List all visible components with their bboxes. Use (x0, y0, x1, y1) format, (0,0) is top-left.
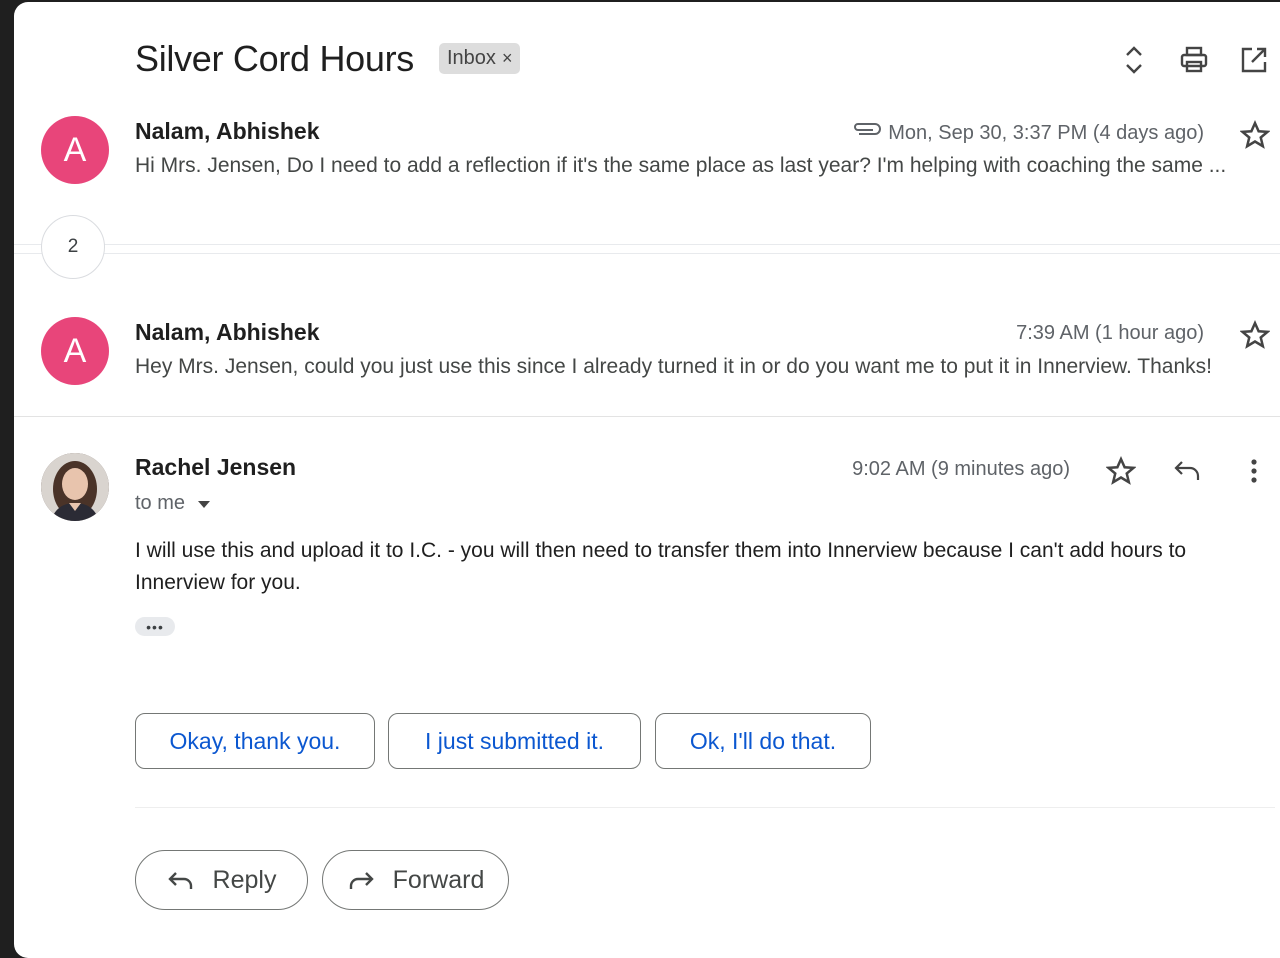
collapsed-messages-count[interactable]: 2 (41, 215, 105, 279)
chevron-down-icon (198, 500, 211, 508)
smart-reply-button[interactable]: Ok, I'll do that. (655, 713, 871, 769)
more-options-icon[interactable] (1244, 456, 1264, 491)
sender-name: Rachel Jensen (135, 454, 297, 480)
smart-reply-button[interactable]: I just submitted it. (388, 713, 641, 769)
message-snippet[interactable]: Hi Mrs. Jensen, Do I need to add a refle… (135, 154, 1268, 178)
collapsed-divider-bottom (14, 253, 1280, 254)
message-divider (14, 416, 1280, 417)
sender-avatar[interactable]: A (41, 317, 109, 385)
message-date: Mon, Sep 30, 3:37 PM (4 days ago) (888, 122, 1204, 144)
reply-label: Reply (212, 865, 277, 894)
sender-name: Nalam, Abhishek (135, 319, 320, 345)
forward-icon (349, 872, 374, 889)
recipient-details-toggle[interactable]: to me (135, 492, 211, 515)
actions-divider (135, 807, 1275, 808)
star-icon[interactable] (1239, 120, 1271, 150)
email-thread-panel: Silver Cord Hours Inbox × A Nalam, Abhis… (14, 2, 1280, 958)
inbox-label-chip[interactable]: Inbox × (439, 43, 521, 74)
message-date: 9:02 AM (9 minutes ago) (852, 458, 1070, 480)
message-date: 7:39 AM (1 hour ago) (1016, 322, 1204, 344)
sender-name: Nalam, Abhishek (135, 118, 320, 144)
message-body: I will use this and upload it to I.C. - … (135, 539, 1187, 594)
forward-button[interactable]: Forward (322, 850, 509, 910)
remove-label-icon[interactable]: × (502, 48, 513, 69)
reply-icon (167, 872, 192, 889)
inbox-label-text: Inbox (447, 47, 496, 69)
expand-collapse-icon[interactable] (1116, 42, 1152, 78)
smart-reply-button[interactable]: Okay, thank you. (135, 713, 375, 769)
star-icon[interactable] (1239, 320, 1271, 350)
message-snippet[interactable]: Hey Mrs. Jensen, could you just use this… (135, 355, 1268, 379)
recipient-text: to me (135, 492, 186, 514)
print-icon[interactable] (1176, 42, 1212, 78)
collapsed-divider-top (14, 244, 1280, 245)
sender-avatar[interactable]: A (41, 116, 109, 184)
star-icon[interactable] (1105, 456, 1137, 486)
sender-photo-avatar[interactable] (41, 453, 109, 521)
show-trimmed-content-button[interactable]: ••• (135, 617, 175, 636)
attachment-icon (851, 120, 881, 143)
thread-subject: Silver Cord Hours (135, 38, 414, 79)
forward-label: Forward (392, 865, 485, 894)
reply-button[interactable]: Reply (135, 850, 308, 910)
reply-icon[interactable] (1172, 456, 1202, 491)
open-in-new-window-icon[interactable] (1236, 42, 1272, 78)
